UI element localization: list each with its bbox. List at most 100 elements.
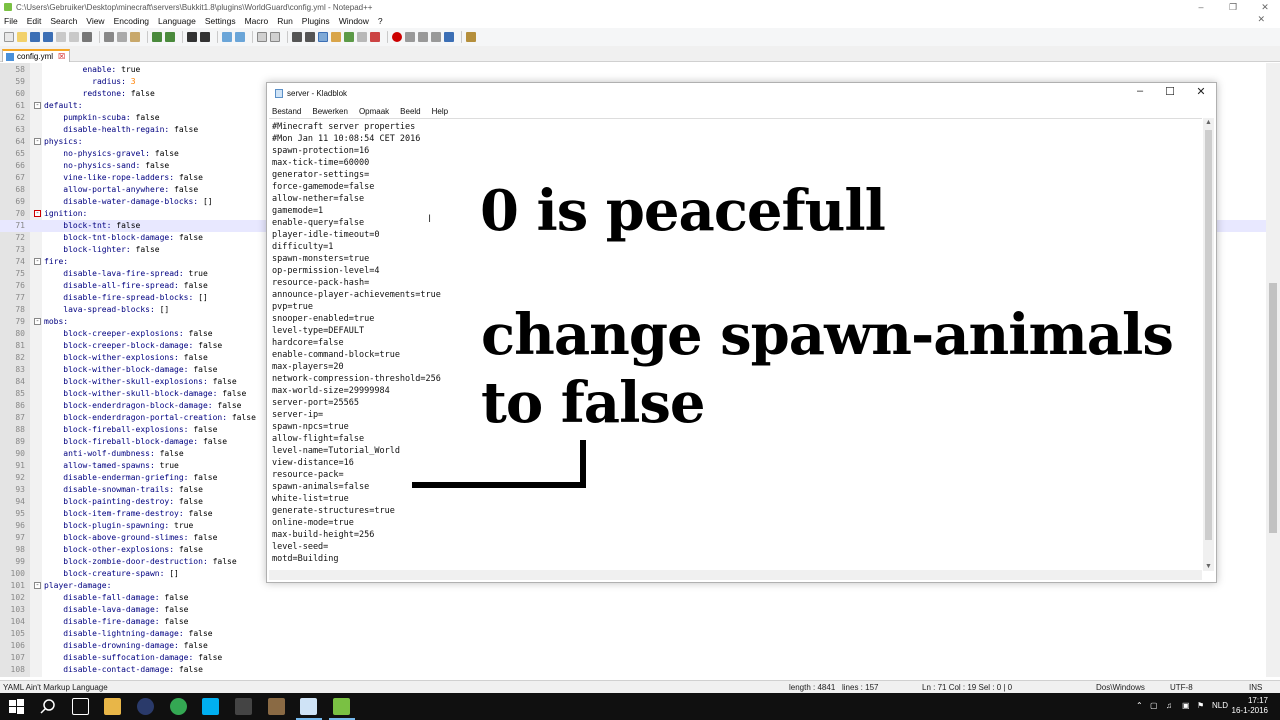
save-macro-icon[interactable] [444, 32, 454, 42]
menu-bewerken[interactable]: Bewerken [312, 107, 348, 116]
kladblok-maximize-icon[interactable]: ☐ [1155, 85, 1185, 98]
zoom-out-icon[interactable] [235, 32, 245, 42]
tab-close-icon[interactable]: ☒ [58, 52, 65, 62]
notepad-taskbar-icon[interactable] [300, 698, 317, 715]
tray-network-icon[interactable]: ▢ [1150, 701, 1158, 710]
kladblok-horizontal-scrollbar[interactable] [269, 570, 1202, 580]
code-text: disable-fire-spread-blocks: [] [63, 293, 208, 302]
stop-macro-icon[interactable] [405, 32, 415, 42]
save-all-icon[interactable] [43, 32, 53, 42]
close-document-icon[interactable]: ✕ [1257, 14, 1265, 25]
code-line[interactable]: 106 disable-drowning-damage: false [0, 640, 1266, 652]
scrollbar-thumb[interactable] [1269, 283, 1277, 533]
menu-help-kladblok[interactable]: Help [432, 107, 448, 116]
zoom-in-icon[interactable] [222, 32, 232, 42]
open-file-icon[interactable] [17, 32, 27, 42]
menu-opmaak[interactable]: Opmaak [359, 107, 389, 116]
menu-run[interactable]: Run [277, 16, 293, 26]
play-macro-icon[interactable] [418, 32, 428, 42]
redo-icon[interactable] [165, 32, 175, 42]
menu-language[interactable]: Language [158, 16, 196, 26]
kladblok-scrollbar-thumb[interactable] [1205, 130, 1212, 540]
fold-toggle-icon[interactable]: - [34, 582, 41, 589]
menu-macro[interactable]: Macro [245, 16, 269, 26]
kladblok-close-icon[interactable]: ✕ [1186, 85, 1216, 98]
paste-icon[interactable] [130, 32, 140, 42]
sync-horizontal-icon[interactable] [270, 32, 280, 42]
code-line[interactable]: 102 disable-fall-damage: false [0, 592, 1266, 604]
find-icon[interactable] [187, 32, 197, 42]
file-explorer-icon[interactable] [104, 698, 121, 715]
sync-vertical-icon[interactable] [257, 32, 267, 42]
code-line[interactable]: 58 enable: true [0, 64, 1266, 76]
tab-config-yml[interactable]: config.yml ☒ [2, 49, 71, 62]
monitoring-icon[interactable] [370, 32, 380, 42]
menu-edit[interactable]: Edit [27, 16, 42, 26]
run-macro-multiple-icon[interactable] [431, 32, 441, 42]
minecraft-icon[interactable] [268, 698, 285, 715]
menu-plugins[interactable]: Plugins [302, 16, 330, 26]
record-macro-icon[interactable] [392, 32, 402, 42]
code-line[interactable]: 103 disable-lava-damage: false [0, 604, 1266, 616]
code-text: block-wither-skull-explosions: false [63, 377, 237, 386]
menu-window[interactable]: Window [339, 16, 369, 26]
fold-toggle-icon[interactable]: - [34, 258, 41, 265]
minimize-icon[interactable]: – [1186, 0, 1216, 14]
user-defined-language-icon[interactable] [331, 32, 341, 42]
show-all-characters-icon[interactable] [305, 32, 315, 42]
tray-battery-icon[interactable]: ▣ [1182, 701, 1190, 710]
chrome-icon[interactable] [170, 698, 187, 715]
replace-icon[interactable] [200, 32, 210, 42]
plugin-icon[interactable] [466, 32, 476, 42]
tray-volume-icon[interactable]: ♫ [1166, 701, 1172, 710]
fold-toggle-icon[interactable]: - [34, 102, 41, 109]
npp-vertical-scrollbar[interactable] [1266, 63, 1280, 677]
menu-settings[interactable]: Settings [205, 16, 236, 26]
menu-file[interactable]: File [4, 16, 18, 26]
undo-icon[interactable] [152, 32, 162, 42]
copy-icon[interactable] [117, 32, 127, 42]
steam-icon[interactable] [137, 698, 154, 715]
close-icon[interactable]: ✕ [1250, 0, 1280, 14]
function-list-icon[interactable] [357, 32, 367, 42]
menu-beeld[interactable]: Beeld [400, 107, 420, 116]
indent-guide-icon[interactable] [318, 32, 328, 42]
kladblok-minimize-icon[interactable]: – [1125, 85, 1155, 97]
app-icon[interactable] [235, 698, 252, 715]
property-line: spawn-monsters=true [272, 254, 370, 264]
notepadpp-taskbar-icon[interactable] [333, 698, 350, 715]
code-line[interactable]: 108 disable-contact-damage: false [0, 664, 1266, 676]
windows-start-icon[interactable] [8, 698, 25, 715]
tray-notification-icon[interactable]: ⚑ [1197, 701, 1204, 710]
scroll-down-arrow-icon[interactable]: ▼ [1205, 563, 1212, 570]
document-map-icon[interactable] [344, 32, 354, 42]
taskbar-clock[interactable]: 17:17 16-1-2016 [1208, 696, 1268, 716]
task-view-icon[interactable] [72, 698, 89, 715]
fold-toggle-icon[interactable]: - [34, 318, 41, 325]
code-line[interactable]: 107 disable-suffocation-damage: false [0, 652, 1266, 664]
menu-search[interactable]: Search [50, 16, 77, 26]
code-line[interactable]: 104 disable-fire-damage: false [0, 616, 1266, 628]
code-text: disable-water-damage-blocks: [] [63, 197, 213, 206]
menu-encoding[interactable]: Encoding [114, 16, 149, 26]
new-file-icon[interactable] [4, 32, 14, 42]
menu-help[interactable]: ? [378, 16, 383, 26]
scroll-up-arrow-icon[interactable]: ▲ [1205, 119, 1212, 126]
menu-bestand[interactable]: Bestand [272, 107, 301, 116]
tray-chevron-icon[interactable]: ⌃ [1136, 701, 1143, 710]
save-icon[interactable] [30, 32, 40, 42]
cut-icon[interactable] [104, 32, 114, 42]
search-icon[interactable] [40, 698, 57, 715]
restore-icon[interactable]: ❐ [1218, 0, 1248, 14]
close-all-icon[interactable] [69, 32, 79, 42]
menu-view[interactable]: View [86, 16, 104, 26]
code-line[interactable]: 105 disable-lightning-damage: false [0, 628, 1266, 640]
word-wrap-icon[interactable] [292, 32, 302, 42]
code-text: block-wither-block-damage: false [63, 365, 218, 374]
print-icon[interactable] [82, 32, 92, 42]
skype-icon[interactable] [202, 698, 219, 715]
fold-toggle-icon[interactable]: - [34, 138, 41, 145]
fold-toggle-icon[interactable]: - [34, 210, 41, 217]
close-file-icon[interactable] [56, 32, 66, 42]
kladblok-vertical-scrollbar[interactable]: ▲ ▼ [1203, 118, 1214, 571]
